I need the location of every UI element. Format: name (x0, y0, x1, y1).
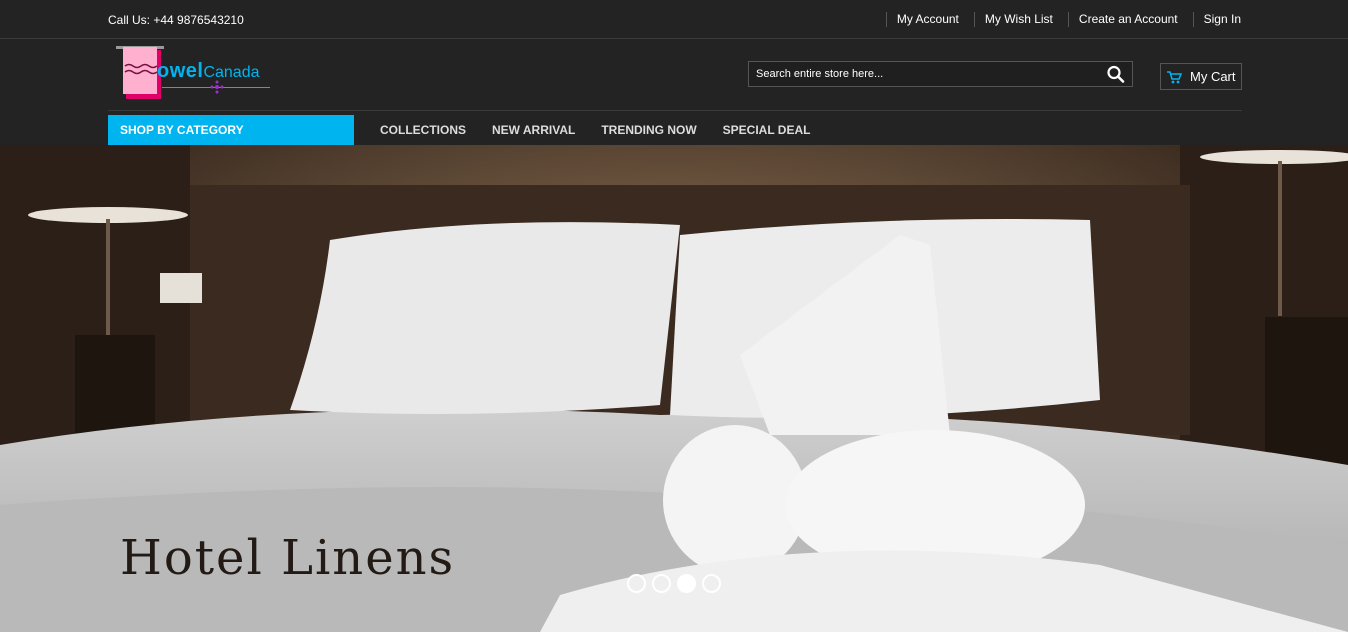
nav-links: COLLECTIONS NEW ARRIVAL TRENDING NOW SPE… (380, 123, 836, 137)
create-account-link[interactable]: Create an Account (1067, 12, 1178, 27)
nav-divider (108, 110, 1242, 111)
search-button[interactable] (1106, 65, 1126, 83)
search-input[interactable] (749, 62, 1089, 86)
cart-label: My Cart (1190, 69, 1236, 84)
my-wish-list-link[interactable]: My Wish List (973, 12, 1053, 27)
main-nav: SHOP BY CATEGORY COLLECTIONS NEW ARRIVAL… (108, 115, 836, 145)
nav-special-deal[interactable]: SPECIAL DEAL (723, 123, 811, 137)
site-logo[interactable]: owelCanada (114, 46, 279, 104)
search-box (748, 61, 1133, 87)
search-icon (1107, 65, 1125, 83)
my-cart-button[interactable]: My Cart (1160, 63, 1242, 90)
header: owelCanada My Cart (0, 39, 1348, 110)
hero-title: Hotel Linens (120, 530, 456, 586)
sign-in-link[interactable]: Sign In (1192, 12, 1241, 27)
cart-icon (1167, 70, 1182, 83)
call-us-text: Call Us: +44 9876543210 (108, 13, 244, 27)
slider-dot-1[interactable] (627, 574, 646, 593)
nav-trending-now[interactable]: TRENDING NOW (601, 123, 696, 137)
top-bar: Call Us: +44 9876543210 My Account My Wi… (0, 0, 1348, 39)
logo-wordmark: owelCanada (157, 60, 260, 82)
slider-dots (627, 574, 727, 593)
slider-dot-4[interactable] (702, 574, 721, 593)
slider-dot-3[interactable] (677, 574, 696, 593)
nav-collections[interactable]: COLLECTIONS (380, 123, 466, 137)
hero-banner[interactable]: Hotel Linens (0, 145, 1348, 632)
nav-new-arrival[interactable]: NEW ARRIVAL (492, 123, 575, 137)
slider-dot-2[interactable] (652, 574, 671, 593)
shop-by-category-button[interactable]: SHOP BY CATEGORY (108, 115, 354, 145)
my-account-link[interactable]: My Account (885, 12, 959, 27)
account-links: My Account My Wish List Create an Accoun… (871, 12, 1241, 27)
